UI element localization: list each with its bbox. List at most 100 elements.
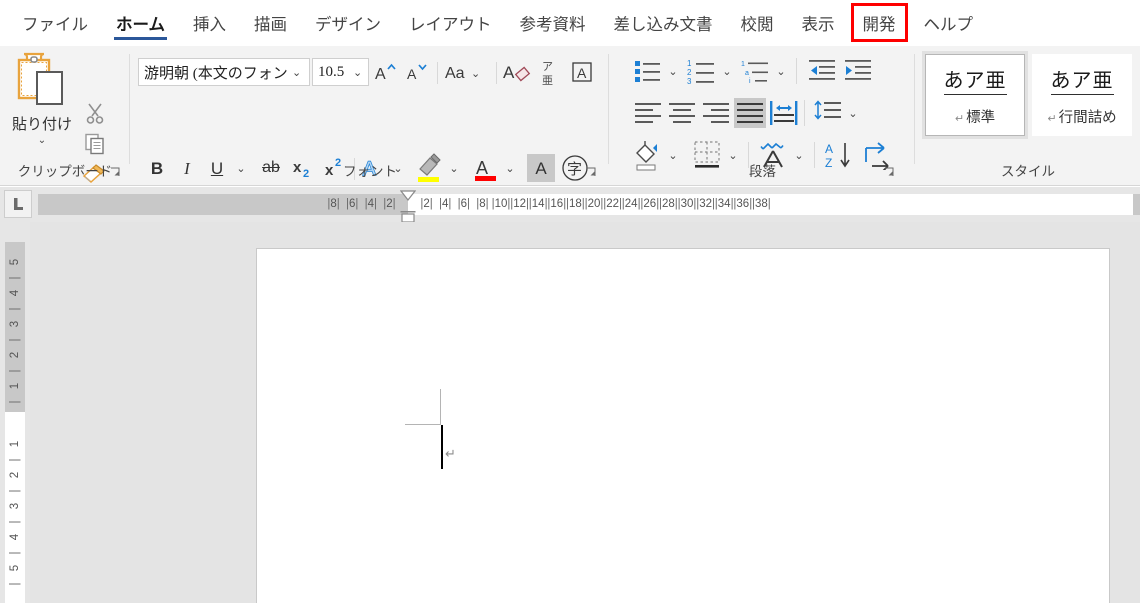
style-sample-text: あア亜 — [1050, 64, 1114, 95]
style-sample-text: あア亜 — [943, 64, 1007, 95]
group-separator — [129, 54, 130, 164]
grow-font-button[interactable]: A — [371, 58, 401, 86]
decrease-indent-button[interactable] — [806, 56, 838, 86]
increase-indent-button[interactable] — [842, 56, 874, 86]
multilevel-dropdown-arrow[interactable]: ⌄ — [772, 56, 790, 86]
tab-design[interactable]: デザイン — [301, 1, 395, 45]
copy-button[interactable] — [80, 129, 110, 159]
justify-button[interactable] — [734, 98, 766, 128]
distributed-button[interactable] — [768, 98, 800, 128]
align-left-button[interactable] — [632, 98, 664, 128]
active-tab-indicator — [114, 37, 168, 40]
paste-button-label: 貼り付け — [11, 116, 72, 133]
align-right-button[interactable] — [700, 98, 732, 128]
ruler-margin-shade-right — [1133, 194, 1140, 215]
tab-label: 表示 — [801, 16, 835, 34]
tab-stop-selector[interactable] — [4, 190, 32, 218]
align-right-icon — [703, 103, 729, 123]
tab-label: 校閲 — [740, 16, 774, 34]
tab-developer[interactable]: 開発 — [849, 1, 910, 45]
divider — [804, 100, 805, 126]
font-size-dropdown-arrow[interactable]: ⌄ — [353, 68, 362, 79]
tab-draw[interactable]: 描画 — [240, 1, 301, 45]
shrink-font-button[interactable]: A — [403, 58, 433, 86]
pilcrow-icon: ↵ — [954, 112, 965, 125]
styles-group-label: スタイル — [1001, 164, 1055, 179]
change-case-button[interactable]: Aa ⌄ — [442, 58, 490, 86]
tab-label: 描画 — [254, 16, 288, 34]
font-name-dropdown-arrow[interactable]: ⌄ — [292, 68, 301, 79]
character-border-icon: A — [572, 62, 592, 82]
tab-label: 差し込み文書 — [613, 16, 713, 34]
tab-layout[interactable]: レイアウト — [395, 1, 506, 45]
decrease-indent-icon — [809, 60, 835, 80]
pilcrow-icon: ↵ — [1047, 112, 1057, 125]
tab-label: 参考資料 — [519, 16, 586, 34]
svg-text:2: 2 — [687, 68, 692, 77]
style-item-label: ↵ 標準 — [954, 109, 996, 126]
svg-text:亜: 亜 — [542, 75, 553, 87]
tab-review[interactable]: 校閲 — [727, 1, 788, 45]
bullet-list-icon — [635, 61, 660, 82]
cut-button[interactable] — [80, 98, 110, 128]
paste-button[interactable]: 貼り付け ⌄ — [5, 52, 79, 172]
tab-references[interactable]: 参考資料 — [506, 1, 600, 45]
numbering-dropdown-arrow[interactable]: ⌄ — [718, 56, 736, 86]
paste-icon — [17, 52, 63, 105]
svg-text:i: i — [749, 78, 751, 84]
svg-text:A: A — [407, 66, 417, 82]
text-margin-marker — [405, 389, 441, 425]
line-spacing-icon — [814, 100, 841, 120]
align-center-button[interactable] — [666, 98, 698, 128]
clear-formatting-button[interactable]: A — [501, 58, 535, 86]
phonetic-guide-button[interactable]: ア 亜 — [535, 56, 565, 88]
ribbon-group-paragraph: ⌄ 1 2 3 ⌄ 1 a i ⌄ ⌄ ⌄ ⌄ ⌄ A Z 段落 — [610, 46, 915, 186]
bullets-button[interactable] — [632, 56, 664, 86]
divider — [496, 62, 497, 84]
chevron-down-icon: ⌄ — [848, 107, 858, 120]
tab-insert[interactable]: 挿入 — [179, 1, 240, 45]
first-line-indent-marker[interactable] — [400, 190, 416, 201]
bullets-dropdown-arrow[interactable]: ⌄ — [664, 56, 682, 86]
tab-home[interactable]: ホーム — [102, 1, 179, 45]
line-spacing-dropdown-arrow[interactable]: ⌄ — [844, 98, 862, 128]
ribbon: 貼り付け ⌄ クリップボード 游明朝 (本文のフォン ⌄ 10.5 ⌄ A A … — [0, 46, 1140, 186]
style-item-no-spacing[interactable]: あア亜 ↵ 行間詰め — [1032, 54, 1132, 136]
style-item-label: ↵ 行間詰め — [1047, 109, 1117, 126]
divider — [437, 62, 438, 84]
multilevel-list-button[interactable]: 1 a i — [740, 56, 772, 86]
font-name-input[interactable]: 游明朝 (本文のフォン — [138, 58, 310, 86]
chevron-down-icon: ⌄ — [668, 65, 678, 78]
ribbon-group-clipboard: 貼り付け ⌄ クリップボード — [0, 46, 130, 186]
scissors-icon — [86, 103, 104, 124]
document-canvas[interactable]: ↵ — [30, 222, 1140, 603]
ribbon-tab-bar: ファイル ホーム 挿入 描画 デザイン レイアウト 参考資料 差し込み文書 校閲 表示 開発 ヘルプ — [0, 0, 1140, 46]
svg-text:A: A — [825, 142, 833, 156]
line-spacing-button[interactable] — [812, 98, 844, 128]
font-name-value: 游明朝 (本文のフォン — [144, 65, 288, 82]
align-left-icon — [635, 103, 661, 123]
tab-mailings[interactable]: 差し込み文書 — [600, 1, 727, 45]
tab-help[interactable]: ヘルプ — [910, 1, 988, 45]
style-item-standard[interactable]: あア亜 ↵ 標準 — [925, 54, 1025, 136]
tab-label: 挿入 — [193, 16, 227, 34]
svg-text:A: A — [503, 63, 515, 82]
document-page[interactable]: ↵ — [256, 248, 1110, 603]
group-separator — [914, 54, 915, 164]
character-border-button[interactable]: A — [567, 58, 597, 86]
increase-indent-icon — [845, 60, 871, 80]
tab-label: レイアウト — [409, 16, 492, 34]
ruler-tick: |38| — [751, 198, 771, 210]
svg-text:ア: ア — [542, 61, 553, 73]
clipboard-group-label: クリップボード — [17, 164, 113, 179]
svg-text:1: 1 — [687, 59, 692, 68]
tab-label: デザイン — [315, 16, 382, 34]
vertical-ruler[interactable]: 5 | 4 | 3 | 2 | 1 | 1 | 2 | 3 | 4 | 5 | — [0, 222, 30, 603]
tab-file[interactable]: ファイル — [8, 1, 102, 45]
tab-view[interactable]: 表示 — [788, 1, 849, 45]
distributed-align-icon — [770, 101, 798, 125]
numbering-button[interactable]: 1 2 3 — [686, 56, 718, 86]
paste-dropdown-arrow[interactable]: ⌄ — [38, 136, 46, 146]
font-size-value: 10.5 — [318, 63, 345, 80]
horizontal-ruler[interactable]: |8| |6| |4| |2| |2| |4| |6| |8| |10| |12| |14| |16|… — [38, 194, 1140, 215]
